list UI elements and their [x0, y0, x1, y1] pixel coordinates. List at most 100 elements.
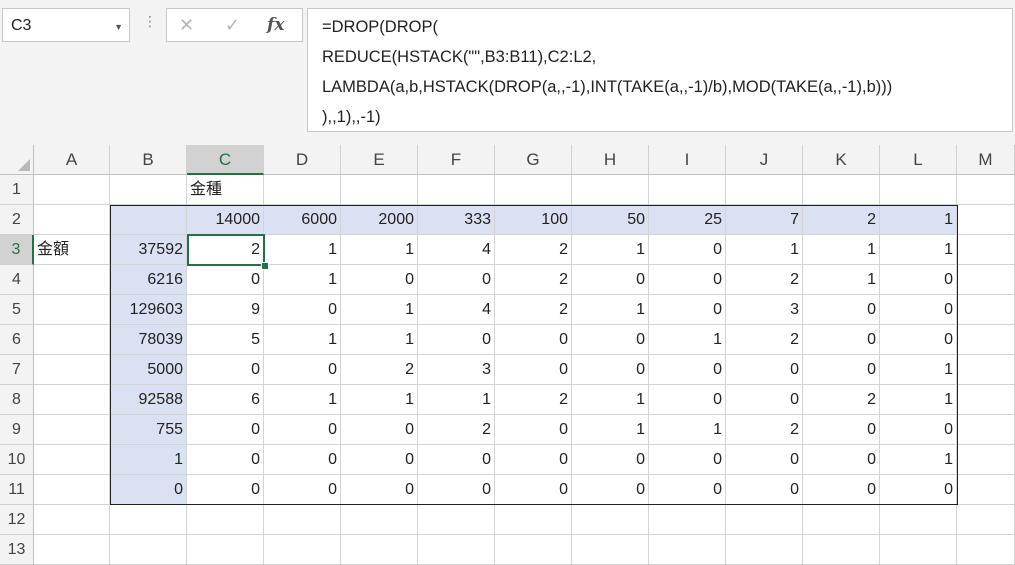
cell-b3[interactable]: 37592: [110, 235, 187, 265]
cell-e9[interactable]: 0: [341, 415, 418, 445]
cell-c13[interactable]: [187, 535, 264, 565]
column-header-d[interactable]: D: [264, 145, 341, 175]
cell-h4[interactable]: 0: [572, 265, 649, 295]
cell-i13[interactable]: [649, 535, 726, 565]
cell-g4[interactable]: 2: [495, 265, 572, 295]
cell-a13[interactable]: [34, 535, 110, 565]
row-header-8[interactable]: 8: [0, 385, 34, 415]
cell-i5[interactable]: 0: [649, 295, 726, 325]
cell-f13[interactable]: [418, 535, 495, 565]
cell-l7[interactable]: 1: [880, 355, 957, 385]
name-box[interactable]: C3 ▼: [2, 8, 130, 42]
cell-g7[interactable]: 0: [495, 355, 572, 385]
cell-j8[interactable]: 0: [726, 385, 803, 415]
cell-j2[interactable]: 7: [726, 205, 803, 235]
formula-input[interactable]: =DROP(DROP( REDUCE(HSTACK("",B3:B11),C2:…: [307, 8, 1013, 132]
check-icon[interactable]: ✓: [225, 15, 240, 36]
cell-c12[interactable]: [187, 505, 264, 535]
cell-l11[interactable]: 0: [880, 475, 957, 505]
column-header-g[interactable]: G: [495, 145, 572, 175]
cell-e7[interactable]: 2: [341, 355, 418, 385]
cell-i1[interactable]: [649, 175, 726, 205]
cell-a8[interactable]: [34, 385, 110, 415]
cell-j7[interactable]: 0: [726, 355, 803, 385]
cell-a9[interactable]: [34, 415, 110, 445]
cell-g5[interactable]: 2: [495, 295, 572, 325]
cell-a3[interactable]: 金額: [34, 235, 110, 265]
cell-i3[interactable]: 0: [649, 235, 726, 265]
row-header-10[interactable]: 10: [0, 445, 34, 475]
cell-b9[interactable]: 755: [110, 415, 187, 445]
cell-e11[interactable]: 0: [341, 475, 418, 505]
cell-l3[interactable]: 1: [880, 235, 957, 265]
cell-k9[interactable]: 0: [803, 415, 880, 445]
cell-b11[interactable]: 0: [110, 475, 187, 505]
cell-d4[interactable]: 1: [264, 265, 341, 295]
cell-l13[interactable]: [880, 535, 957, 565]
cell-g10[interactable]: 0: [495, 445, 572, 475]
cell-g9[interactable]: 0: [495, 415, 572, 445]
cell-d9[interactable]: 0: [264, 415, 341, 445]
cancel-icon[interactable]: ✕: [179, 15, 194, 36]
cell-h11[interactable]: 0: [572, 475, 649, 505]
cell-e13[interactable]: [341, 535, 418, 565]
cell-f2[interactable]: 333: [418, 205, 495, 235]
row-header-9[interactable]: 9: [0, 415, 34, 445]
cell-b6[interactable]: 78039: [110, 325, 187, 355]
cell-f5[interactable]: 4: [418, 295, 495, 325]
cell-g13[interactable]: [495, 535, 572, 565]
cell-j9[interactable]: 2: [726, 415, 803, 445]
cell-i11[interactable]: 0: [649, 475, 726, 505]
cell-h8[interactable]: 1: [572, 385, 649, 415]
row-header-13[interactable]: 13: [0, 535, 34, 565]
row-header-6[interactable]: 6: [0, 325, 34, 355]
row-header-4[interactable]: 4: [0, 265, 34, 295]
cell-i4[interactable]: 0: [649, 265, 726, 295]
cell-h1[interactable]: [572, 175, 649, 205]
cell-l5[interactable]: 0: [880, 295, 957, 325]
cell-k3[interactable]: 1: [803, 235, 880, 265]
cell-k12[interactable]: [803, 505, 880, 535]
cell-b10[interactable]: 1: [110, 445, 187, 475]
cell-i12[interactable]: [649, 505, 726, 535]
cell-d2[interactable]: 6000: [264, 205, 341, 235]
column-header-i[interactable]: I: [649, 145, 726, 175]
cell-a7[interactable]: [34, 355, 110, 385]
cell-c4[interactable]: 0: [187, 265, 264, 295]
cell-j5[interactable]: 3: [726, 295, 803, 325]
cell-h12[interactable]: [572, 505, 649, 535]
cell-h10[interactable]: 0: [572, 445, 649, 475]
cell-e4[interactable]: 0: [341, 265, 418, 295]
cell-a10[interactable]: [34, 445, 110, 475]
insert-function-icon[interactable]: fx: [267, 15, 284, 35]
cell-j11[interactable]: 0: [726, 475, 803, 505]
cell-b2[interactable]: [110, 205, 187, 235]
row-header-5[interactable]: 5: [0, 295, 34, 325]
cell-d7[interactable]: 0: [264, 355, 341, 385]
cell-m4[interactable]: [957, 265, 1015, 295]
cell-g3[interactable]: 2: [495, 235, 572, 265]
cell-m8[interactable]: [957, 385, 1015, 415]
cell-g12[interactable]: [495, 505, 572, 535]
cell-h5[interactable]: 1: [572, 295, 649, 325]
row-header-11[interactable]: 11: [0, 475, 34, 505]
cell-e5[interactable]: 1: [341, 295, 418, 325]
cell-c6[interactable]: 5: [187, 325, 264, 355]
cell-a5[interactable]: [34, 295, 110, 325]
row-header-1[interactable]: 1: [0, 175, 34, 205]
cell-f8[interactable]: 1: [418, 385, 495, 415]
cell-f6[interactable]: 0: [418, 325, 495, 355]
cell-e8[interactable]: 1: [341, 385, 418, 415]
select-all-button[interactable]: [0, 145, 34, 175]
cell-g6[interactable]: 0: [495, 325, 572, 355]
cell-m13[interactable]: [957, 535, 1015, 565]
column-header-k[interactable]: K: [803, 145, 880, 175]
cell-f10[interactable]: 0: [418, 445, 495, 475]
cell-d3[interactable]: 1: [264, 235, 341, 265]
column-header-e[interactable]: E: [341, 145, 418, 175]
cell-e2[interactable]: 2000: [341, 205, 418, 235]
cell-b5[interactable]: 129603: [110, 295, 187, 325]
cell-l1[interactable]: [880, 175, 957, 205]
cell-b12[interactable]: [110, 505, 187, 535]
cell-m5[interactable]: [957, 295, 1015, 325]
